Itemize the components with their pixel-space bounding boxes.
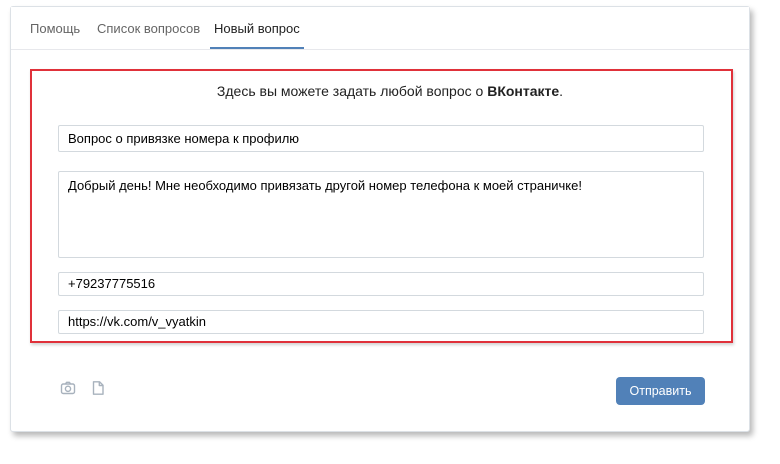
intro-text-after: . — [559, 83, 564, 99]
tab-new-question[interactable]: Новый вопрос — [210, 21, 304, 49]
phone-input[interactable]: +79237775516 — [58, 272, 704, 296]
tab-bar: Помощь Список вопросов Новый вопрос — [11, 7, 749, 50]
tab-questions-list[interactable]: Список вопросов — [97, 21, 200, 49]
message-textarea[interactable]: Добрый день! Мне необходимо привязать др… — [58, 171, 704, 258]
intro-text-before: Здесь вы можете задать любой вопрос о — [216, 83, 488, 99]
tab-help[interactable]: Помощь — [30, 21, 80, 49]
document-icon[interactable] — [90, 380, 106, 396]
intro-brand: ВКонтакте — [487, 83, 560, 99]
profile-link-input[interactable]: https://vk.com/v_vyatkin — [58, 310, 704, 334]
subject-input[interactable]: Вопрос о привязке номера к профилю — [58, 125, 704, 152]
submit-button[interactable]: Отправить — [616, 377, 705, 405]
camera-icon[interactable] — [60, 380, 76, 396]
intro-text: Здесь вы можете задать любой вопрос о ВК… — [10, 83, 770, 99]
